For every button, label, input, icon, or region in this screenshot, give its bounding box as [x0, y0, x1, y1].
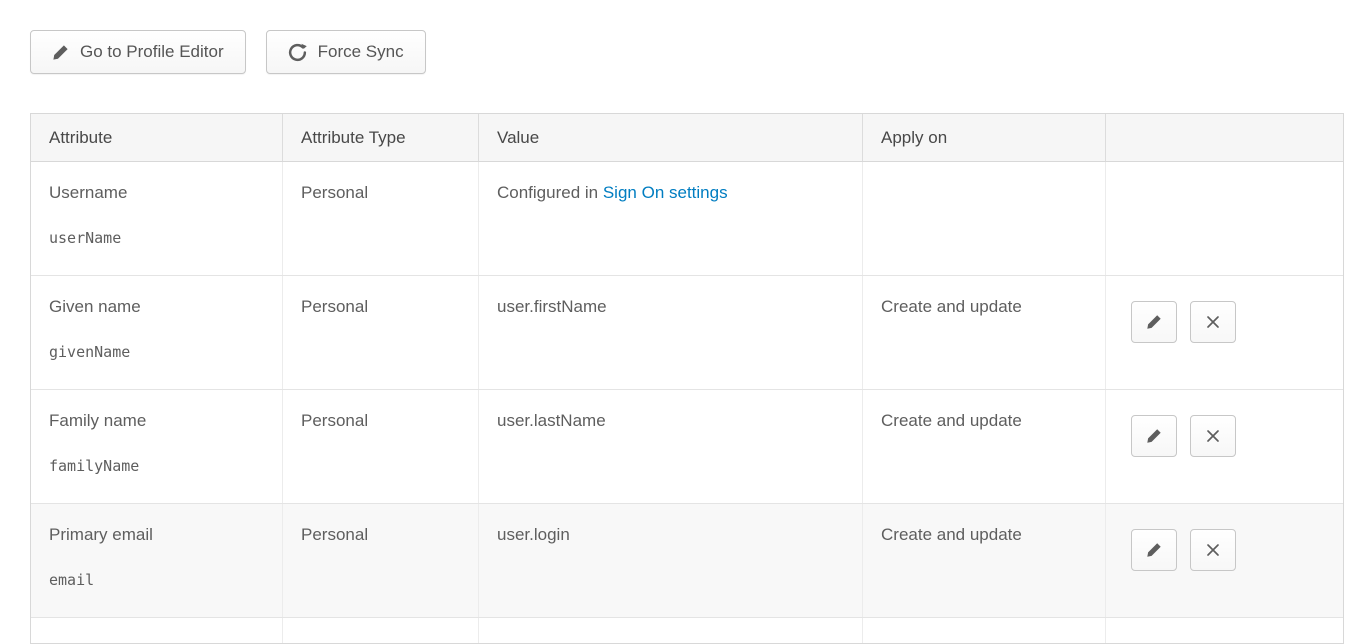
actions-cell: [1106, 390, 1343, 503]
value-cell: user.login: [479, 504, 863, 617]
x-icon: [1206, 315, 1220, 329]
attribute-type-cell: Personal: [283, 390, 479, 503]
value-cell: Configured in Sign On settings: [479, 162, 863, 275]
table-row-family-name: Family name familyName Personal user.las…: [31, 390, 1343, 504]
attribute-label: Family name: [49, 411, 146, 430]
go-to-profile-editor-button[interactable]: Go to Profile Editor: [30, 30, 246, 74]
table-row-username: Username userName Personal Configured in…: [31, 162, 1343, 276]
force-sync-label: Force Sync: [318, 42, 404, 62]
apply-on-cell: Create and update: [863, 504, 1106, 617]
delete-mapping-button[interactable]: [1190, 301, 1236, 343]
table-row-partial: [31, 618, 1343, 644]
force-sync-button[interactable]: Force Sync: [266, 30, 426, 74]
edit-mapping-button[interactable]: [1131, 301, 1177, 343]
table-row-given-name: Given name givenName Personal user.first…: [31, 276, 1343, 390]
attribute-cell: Given name givenName: [31, 276, 283, 389]
attribute-variable-name: familyName: [49, 457, 266, 475]
value-cell: user.lastName: [479, 390, 863, 503]
edit-mapping-button[interactable]: [1131, 529, 1177, 571]
pencil-icon: [52, 44, 69, 61]
attribute-variable-name: givenName: [49, 343, 266, 361]
refresh-icon: [288, 43, 307, 62]
table-header-row: Attribute Attribute Type Value Apply on: [31, 114, 1343, 162]
go-to-profile-editor-label: Go to Profile Editor: [80, 42, 224, 62]
actions-cell: [1106, 504, 1343, 617]
sign-on-settings-link[interactable]: Sign On settings: [603, 183, 728, 202]
attribute-type-cell: Personal: [283, 162, 479, 275]
attribute-variable-name: email: [49, 571, 266, 589]
header-attribute: Attribute: [31, 114, 283, 161]
attribute-label: Primary email: [49, 525, 153, 544]
pencil-icon: [1146, 428, 1162, 444]
table-row-primary-email: Primary email email Personal user.login …: [31, 504, 1343, 618]
header-actions: [1106, 114, 1343, 161]
attribute-type-cell: Personal: [283, 276, 479, 389]
attribute-variable-name: userName: [49, 229, 266, 247]
attribute-mapping-table: Attribute Attribute Type Value Apply on …: [30, 113, 1344, 644]
x-icon: [1206, 543, 1220, 557]
value-text: Configured in: [497, 183, 603, 202]
apply-on-cell: Create and update: [863, 390, 1106, 503]
actions-cell: [1106, 276, 1343, 389]
edit-mapping-button[interactable]: [1131, 415, 1177, 457]
pencil-icon: [1146, 542, 1162, 558]
pencil-icon: [1146, 314, 1162, 330]
attribute-label: Username: [49, 183, 127, 202]
attribute-cell: Username userName: [31, 162, 283, 275]
apply-on-cell: [863, 162, 1106, 275]
apply-on-cell: Create and update: [863, 276, 1106, 389]
delete-mapping-button[interactable]: [1190, 415, 1236, 457]
attribute-cell: Primary email email: [31, 504, 283, 617]
header-apply-on: Apply on: [863, 114, 1106, 161]
attribute-type-cell: Personal: [283, 504, 479, 617]
delete-mapping-button[interactable]: [1190, 529, 1236, 571]
attribute-mappings-page: Go to Profile Editor Force Sync Attribut…: [0, 0, 1370, 644]
header-attribute-type: Attribute Type: [283, 114, 479, 161]
toolbar: Go to Profile Editor Force Sync: [30, 30, 1344, 74]
x-icon: [1206, 429, 1220, 443]
attribute-label: Given name: [49, 297, 141, 316]
value-cell: user.firstName: [479, 276, 863, 389]
attribute-cell: Family name familyName: [31, 390, 283, 503]
actions-cell: [1106, 162, 1343, 275]
header-value: Value: [479, 114, 863, 161]
